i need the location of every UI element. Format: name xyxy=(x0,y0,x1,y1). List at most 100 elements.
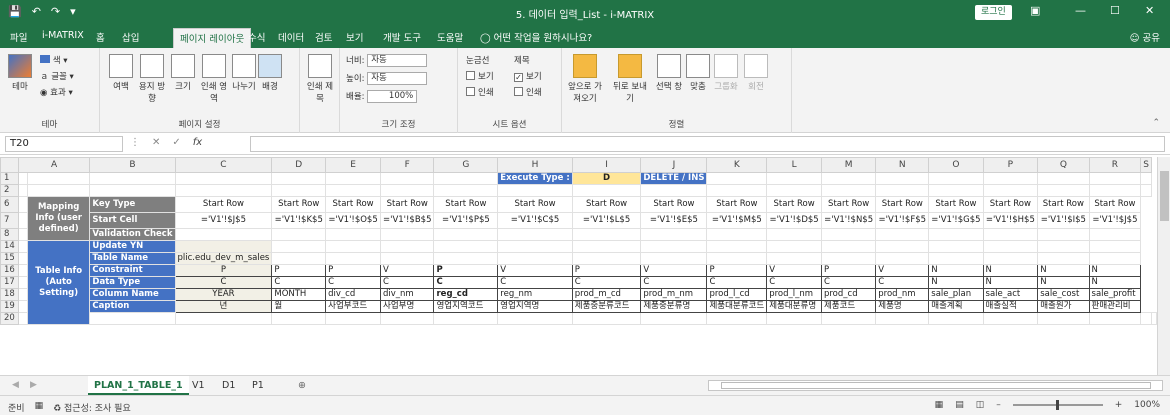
cell[interactable] xyxy=(928,240,984,253)
send-backward-button[interactable]: 뒤로 보내기 xyxy=(612,54,648,104)
data-cell[interactable]: 제품코드 xyxy=(820,300,877,313)
row-label-validation-check[interactable]: Validation Check xyxy=(89,228,176,241)
cell[interactable] xyxy=(433,184,499,197)
background-button[interactable]: 배경 xyxy=(258,54,282,92)
table-name-value[interactable]: plic.edu_dev_m_sales xyxy=(174,252,273,265)
data-cell[interactable]: N xyxy=(982,276,1039,289)
tab-formulas[interactable]: 수식 xyxy=(248,30,265,44)
cell[interactable] xyxy=(271,228,327,241)
tab-view[interactable]: 보기 xyxy=(346,30,363,44)
cell[interactable] xyxy=(1037,312,1090,325)
data-cell[interactable]: Start Row xyxy=(1088,196,1142,213)
cell[interactable] xyxy=(571,252,642,265)
height-select[interactable]: 자동 xyxy=(367,72,428,85)
data-cell[interactable]: sale_cost xyxy=(1037,288,1090,301)
cell[interactable] xyxy=(982,312,1039,325)
column-header-s[interactable]: S xyxy=(1140,157,1152,173)
cell[interactable] xyxy=(497,312,573,325)
data-cell[interactable]: V xyxy=(497,264,573,277)
tab-page-layout[interactable]: 페이지 레이아웃 xyxy=(173,28,252,48)
data-cell[interactable]: Start Row xyxy=(325,196,381,213)
data-cell[interactable]: N xyxy=(928,276,984,289)
cell[interactable] xyxy=(174,184,273,197)
cell[interactable] xyxy=(766,172,822,185)
data-cell[interactable]: Start Row xyxy=(571,196,642,213)
horizontal-scroll-thumb[interactable] xyxy=(721,382,1151,389)
tab-imatrix[interactable]: i-MATRIX xyxy=(42,30,84,41)
cell[interactable] xyxy=(379,184,435,197)
data-cell[interactable]: ='V1'!$E$5 xyxy=(640,212,708,229)
data-cell[interactable]: ='V1'!$H$5 xyxy=(982,212,1039,229)
data-cell[interactable]: 제품명 xyxy=(875,300,930,313)
cell[interactable] xyxy=(571,228,642,241)
cell[interactable] xyxy=(766,240,822,253)
cell[interactable] xyxy=(1037,172,1090,185)
row-label-key-type[interactable]: Key Type xyxy=(89,196,176,213)
cell[interactable] xyxy=(17,312,28,325)
cell[interactable] xyxy=(1140,172,1152,185)
tab-file[interactable]: 파일 xyxy=(10,30,27,44)
column-header-j[interactable]: J xyxy=(640,157,708,173)
cell[interactable] xyxy=(928,172,984,185)
next-sheet-icon[interactable]: ▶ xyxy=(30,380,37,390)
data-cell[interactable]: 매출원가 xyxy=(1037,300,1090,313)
column-header-i[interactable]: I xyxy=(571,157,642,173)
data-cell[interactable]: V xyxy=(875,264,930,277)
cell[interactable] xyxy=(706,252,768,265)
align-button[interactable]: 맞춤 xyxy=(686,54,710,92)
data-cell[interactable]: N xyxy=(928,264,984,277)
data-cell[interactable]: C xyxy=(325,276,381,289)
cell[interactable] xyxy=(379,172,435,185)
row-header[interactable]: 6 xyxy=(0,196,19,213)
worksheet-grid[interactable]: A B C D E F G H I J K L M N O P Q R S 1 Execute Type : D DELET… xyxy=(0,157,1157,375)
data-cell[interactable]: ='V1'!$J$5 xyxy=(174,212,273,229)
page-layout-view-icon[interactable]: ▤ xyxy=(955,400,964,410)
cell[interactable] xyxy=(271,172,327,185)
data-cell[interactable]: Start Row xyxy=(982,196,1039,213)
cell[interactable] xyxy=(706,312,768,325)
cell[interactable] xyxy=(174,312,273,325)
cell[interactable] xyxy=(706,228,768,241)
print-area-button[interactable]: 인쇄 영역 xyxy=(200,54,228,104)
cell[interactable] xyxy=(271,252,327,265)
cell[interactable] xyxy=(17,264,28,277)
data-cell[interactable]: Start Row xyxy=(706,196,768,213)
cell[interactable] xyxy=(766,184,822,197)
zoom-level[interactable]: 100% xyxy=(1134,400,1160,410)
data-cell[interactable]: prod_m_cd xyxy=(571,288,642,301)
data-cell[interactable]: ='V1'!$D$5 xyxy=(766,212,822,229)
data-cell[interactable]: 제품대분류코드 xyxy=(706,300,768,313)
close-icon[interactable]: ✕ xyxy=(1145,4,1154,17)
data-cell[interactable]: Start Row xyxy=(766,196,822,213)
data-cell[interactable]: 매출계획 xyxy=(928,300,984,313)
cell[interactable] xyxy=(17,288,28,301)
column-header-f[interactable]: F xyxy=(379,157,435,173)
cell[interactable] xyxy=(706,172,768,185)
row-header[interactable]: 7 xyxy=(0,212,19,229)
cell[interactable] xyxy=(379,228,435,241)
column-header-m[interactable]: M xyxy=(820,157,877,173)
data-cell[interactable]: reg_cd xyxy=(433,288,499,301)
cell[interactable] xyxy=(433,252,499,265)
cell[interactable] xyxy=(1037,252,1090,265)
cell[interactable] xyxy=(1088,252,1142,265)
select-all-corner[interactable] xyxy=(0,157,19,173)
data-cell[interactable]: Start Row xyxy=(820,196,877,213)
execute-mode[interactable]: DELETE / INS xyxy=(640,172,708,185)
data-cell[interactable]: prod_nm xyxy=(875,288,930,301)
tab-home[interactable]: 홈 xyxy=(96,30,105,44)
cell[interactable] xyxy=(820,228,877,241)
cell[interactable] xyxy=(1088,184,1142,197)
cell[interactable] xyxy=(875,240,930,253)
cell[interactable] xyxy=(928,228,984,241)
enter-icon[interactable]: ✓ xyxy=(172,137,180,148)
cell[interactable] xyxy=(640,240,708,253)
cell[interactable] xyxy=(766,312,822,325)
cell[interactable] xyxy=(706,240,768,253)
tab-help[interactable]: 도움말 xyxy=(437,30,463,44)
cell[interactable] xyxy=(1140,312,1152,325)
row-header[interactable]: 8 xyxy=(0,228,19,241)
effects-button[interactable]: ◉ 효과 ▾ xyxy=(40,86,73,98)
cell[interactable] xyxy=(1088,312,1142,325)
row-label-column-name[interactable]: Column Name xyxy=(89,288,176,301)
